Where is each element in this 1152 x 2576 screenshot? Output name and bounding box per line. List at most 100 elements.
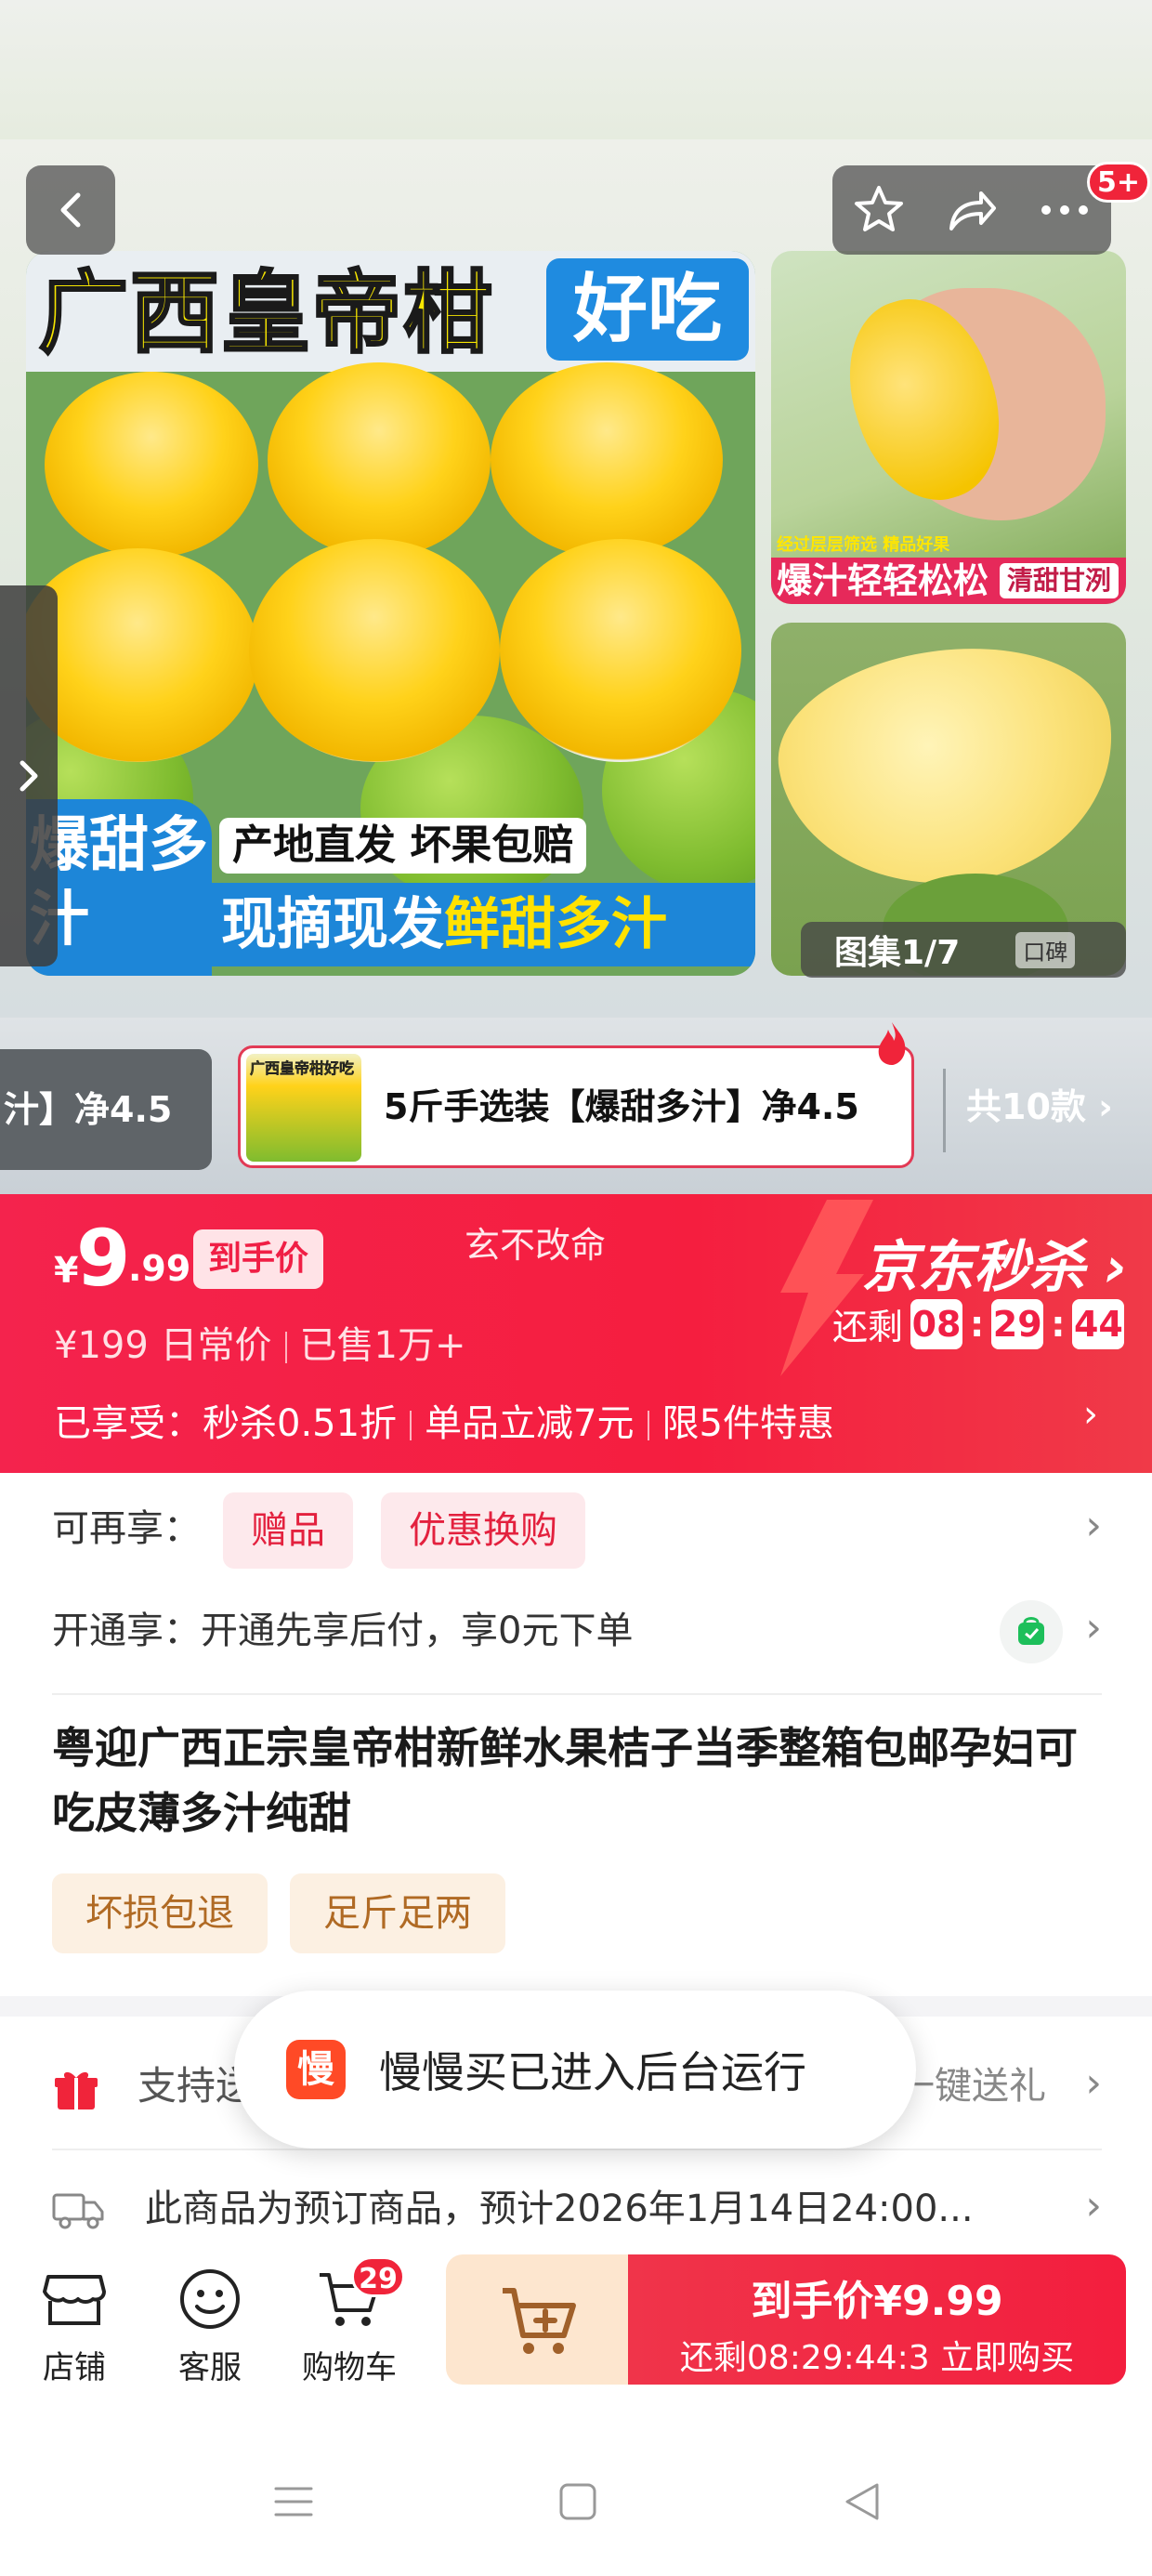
chevron-right-icon: › [1085,1502,1102,1549]
divider [52,2149,1102,2150]
menu-lines-icon [274,2487,313,2517]
share-icon [949,191,996,230]
chevron-right-icon: › [1085,2059,1102,2107]
preorder-label: 此商品为预订商品，预计2026年1月14日24:00... [145,2188,974,2230]
star-icon [855,186,903,231]
toast-message: 慢慢买已进入后台运行 [379,2047,806,2097]
promo-text: 玄不改命 [465,1225,607,1266]
menu-nav-button[interactable] [256,2464,331,2539]
image-headline-left: 广西皇帝柑 [38,261,494,366]
top-action-group [832,165,1111,255]
service-badge-2[interactable]: 足斤足两 [290,1873,505,1953]
preorder-row[interactable]: 此商品为预订商品，预计2026年1月14日24:00... › [52,2158,1102,2260]
flame-icon [878,1022,906,1065]
price-decimal: .99 [128,1248,191,1289]
background-run-toast: 慢 慢慢买已进入后台运行 [234,1991,916,2149]
open-pay-row[interactable]: 开通享：开通先享后付，享0元下单 › [52,1589,1102,1673]
daily-price: ¥199 日常价 [54,1324,272,1367]
app-logo-icon: 慢 [286,2040,346,2099]
cart-label: 购物车 [302,2349,397,2386]
service-label: 客服 [178,2349,242,2386]
add-to-cart-button[interactable] [446,2254,632,2385]
chevron-right-icon: › [1085,1604,1102,1651]
benefits-label: 已享受： [54,1402,203,1445]
service-button[interactable]: 客服 [145,2262,275,2387]
thumb1-small-text: 经过层层筛选 精品好果 [777,535,950,555]
variant-current-label: 5斤手选装【爆甜多汁】净4.5 [384,1086,859,1127]
price-tag-badge: 到手价 [193,1229,324,1289]
truck-icon [52,2193,104,2229]
buy-now-countdown: 还剩08:29:44:3 立即购买 [679,2339,1075,2377]
home-square-icon [559,2483,596,2520]
gift-pill[interactable]: 赠品 [223,1492,353,1569]
price-integer: 9 [76,1213,131,1304]
chevron-right-icon: › [1085,2182,1102,2229]
jd-flash-sale-brand[interactable]: 京东秒杀 › [862,1222,1128,1303]
variant-thumbnail-text: 广西皇帝柑好吃 [250,1059,355,1078]
countdown-minutes: 29 [991,1298,1044,1349]
origin-tag: 产地直发 坏果包赔 [219,818,587,874]
back-nav-button[interactable] [825,2464,899,2539]
store-icon [37,2262,111,2336]
product-detail-page: 广西皇帝柑 好吃 爆甜多汁 产地直发 坏果包赔 现摘现发鲜甜多汁 经过层层筛选 … [0,0,1152,2576]
gallery-counter[interactable]: 图集1/7 口碑 [801,922,1126,978]
gallery-thumbnail-1[interactable]: 经过层层筛选 精品好果 爆汁轻轻松松 清甜甘洌 [771,251,1126,604]
benefits-line: 已享受：秒杀0.51折 单品立减7元 限5件特惠 [54,1393,834,1447]
buy-now-price: 到手价¥9.99 [751,2278,1003,2325]
variant-previous[interactable]: 汁】净4.5 [0,1049,212,1170]
bottom-action-bar: 店铺 客服 购物车 29 到手价¥9.99 还剩08:29:44:3 立即购买 [0,2251,1152,2414]
shop-label: 店铺 [43,2349,106,2386]
countdown-seconds: 44 [1072,1298,1125,1349]
image-gallery[interactable]: 广西皇帝柑 好吃 爆甜多汁 产地直发 坏果包赔 现摘现发鲜甜多汁 经过层层筛选 … [0,0,1152,1018]
variant-total-button[interactable]: 共10款 › [966,1045,1113,1168]
gift-icon [55,2071,98,2109]
back-arrow-icon [60,192,81,228]
thumb1-band-right: 清甜甘洌 [999,563,1119,598]
variant-divider [943,1069,946,1152]
variant-current[interactable]: 广西皇帝柑好吃 5斤手选装【爆甜多汁】净4.5 [238,1045,914,1168]
extra-offers-row[interactable]: 可再享： 赠品 优惠换购 › [52,1487,1102,1571]
back-button[interactable] [26,165,115,255]
service-badges: 坏损包退 足斤足两 [52,1873,528,1953]
more-dots-icon [1041,205,1088,215]
gallery-counter-label: 图集1/7 [834,934,961,972]
flash-sale-banner[interactable]: ¥ 9 .99 到手价 玄不改命 ¥199 日常价 已售1万+ 京东秒杀 › 还剩… [0,1194,1152,1473]
wallet-icon [1000,1600,1063,1663]
shop-button[interactable]: 店铺 [9,2262,139,2387]
smile-chat-icon [173,2262,247,2336]
image-headline-right: 好吃 [546,258,749,361]
benefit-1: 秒杀0.51折 [203,1402,398,1445]
system-navigation-bar [0,2425,1152,2576]
fresh-tag-yellow: 鲜甜多汁 [444,892,667,957]
thumb1-band-left: 爆汁轻轻松松 [777,560,989,601]
message-badge: 5+ [1087,162,1151,203]
add-cart-icon [503,2288,576,2354]
fresh-tag-white: 现摘现发 [221,892,444,957]
variant-thumbnail: 广西皇帝柑好吃 [246,1054,361,1162]
main-product-image[interactable]: 广西皇帝柑 好吃 爆甜多汁 产地直发 坏果包赔 现摘现发鲜甜多汁 [26,251,755,976]
exchange-pill[interactable]: 优惠换购 [381,1492,585,1569]
share-button[interactable] [935,173,1009,247]
buy-now-button[interactable]: 到手价¥9.99 还剩08:29:44:3 立即购买 [628,2254,1126,2385]
favorite-button[interactable] [842,173,916,247]
side-expand-tab[interactable] [0,585,58,966]
fruit-illustration [26,362,755,901]
fruit-pulp-shape [771,628,1126,905]
product-title: 粤迎广西正宗皇帝柑新鲜水果桔子当季整箱包邮孕妇可吃皮薄多汁纯甜 [52,1723,1078,1838]
open-pay-label: 开通享：开通先享后付，享0元下单 [52,1610,634,1652]
variant-selector: 汁】净4.5 广西皇帝柑好吃 5斤手选装【爆甜多汁】净4.5 共10款 › [0,1018,1152,1194]
price-sub-line: ¥199 日常价 已售1万+ [54,1315,465,1369]
service-badge-1[interactable]: 坏损包退 [52,1873,268,1953]
benefit-3: 限5件特惠 [661,1402,834,1445]
benefit-2: 单品立减7元 [425,1402,635,1445]
sold-count: 已售1万+ [299,1324,466,1367]
home-nav-button[interactable] [541,2464,615,2539]
extra-offers-label: 可再享： [52,1507,201,1550]
cart-count-badge: 29 [351,2256,405,2297]
chevron-right-icon: › [1083,1393,1098,1436]
gift-row-right: 一键送礼 [897,2065,1046,2108]
countdown-label: 还剩 [832,1307,904,1347]
lightning-bolt-icon [780,1200,873,1376]
review-chip[interactable]: 口碑 [1015,931,1076,968]
countdown: 还剩 08 : 29 : 44 [832,1298,1125,1349]
